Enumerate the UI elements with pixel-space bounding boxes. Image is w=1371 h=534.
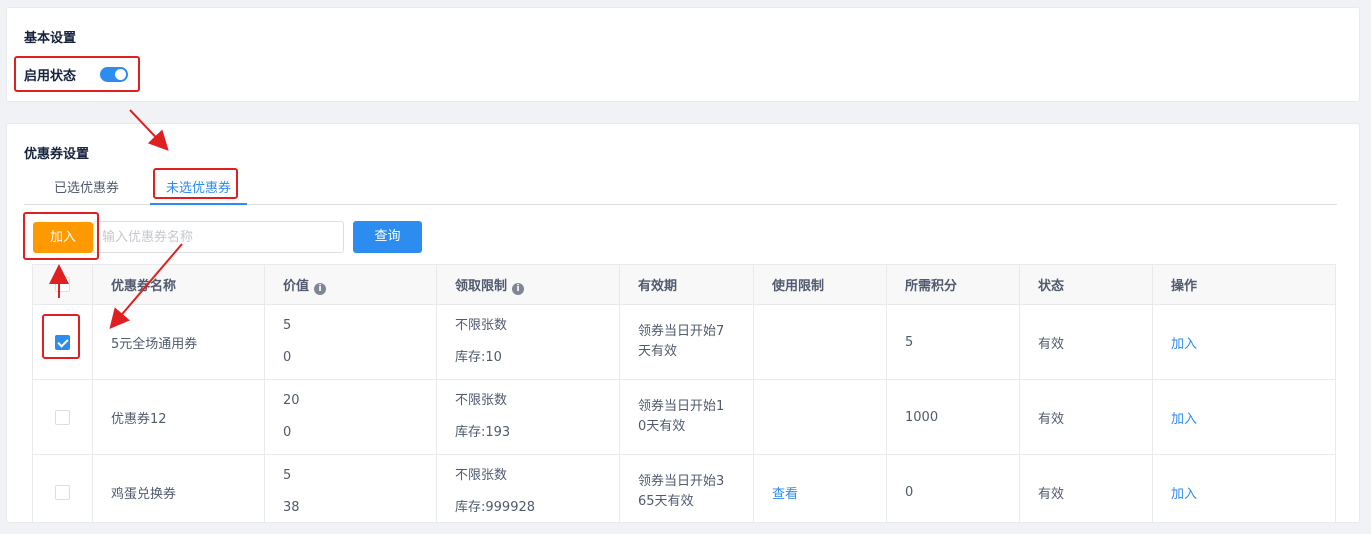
basic-settings-card: 基本设置 启用状态 <box>6 7 1360 102</box>
column-header-action: 操作 <box>1152 264 1336 305</box>
select-all-checkbox[interactable] <box>55 277 70 292</box>
coupon-value: 50 <box>264 304 437 380</box>
coupon-name: 5元全场通用券 <box>92 304 265 380</box>
coupon-status: 有效 <box>1019 304 1153 380</box>
coupon-name: 鸡蛋兑换券 <box>92 454 265 522</box>
coupon-usage <box>753 379 887 455</box>
coupon-limit: 不限张数 库存:10 <box>436 304 620 380</box>
table-row: 优惠券12 20 0 不限张数 库存:193 领券当日开始1 0天有效 1000 有效… <box>32 379 1336 455</box>
coupon-limit: 不限张数 库存:999928 <box>436 454 620 522</box>
coupon-validity: 领券当日开始3 65天有效 <box>619 454 754 522</box>
row-checkbox[interactable] <box>55 409 70 425</box>
table-row: 鸡蛋兑换券 5 38 不限张数 库存:999928 领券当日开始3 65天有效 查看 … <box>32 454 1336 522</box>
coupon-validity: 领券当日开始7 天有效 <box>619 304 754 380</box>
column-header-value: 价值 i <box>264 264 437 305</box>
tab-selected-coupons[interactable]: 已选优惠券 <box>38 179 135 205</box>
basic-settings-title: 基本设置 <box>24 31 77 46</box>
coupon-name: 优惠券12 <box>92 379 265 455</box>
column-header-points: 所需积分 <box>886 264 1020 305</box>
coupon-points: 5 <box>886 304 1020 380</box>
row-add-link[interactable]: 加入 <box>1171 487 1197 502</box>
column-header-validity: 有效期 <box>619 264 754 305</box>
coupon-points: 0 <box>886 454 1020 522</box>
coupon-usage <box>753 304 887 380</box>
coupon-points: 1000 <box>886 379 1020 455</box>
column-header-limit: 领取限制 i <box>436 264 620 305</box>
row-add-link[interactable]: 加入 <box>1171 412 1197 427</box>
column-header-name: 优惠券名称 <box>92 264 265 305</box>
column-header-usage: 使用限制 <box>753 264 887 305</box>
header-checkbox-cell <box>32 264 93 305</box>
table-row: 5元全场通用券 50 不限张数 库存:10 领券当日开始7 天有效 5 有效 加入 <box>32 304 1336 380</box>
row-checkbox[interactable] <box>55 334 70 350</box>
tab-unselected-coupons[interactable]: 未选优惠券 <box>150 179 248 205</box>
view-usage-link[interactable]: 查看 <box>772 487 798 502</box>
info-icon[interactable]: i <box>512 282 525 295</box>
enable-status-switch[interactable] <box>100 67 129 82</box>
switch-knob <box>115 69 127 80</box>
table-header-row: 优惠券名称 价值 i 领取限制 i 有效期 使用限制 所需积分 状态 操作 <box>32 264 1336 305</box>
coupon-limit: 不限张数 库存:193 <box>436 379 620 455</box>
row-checkbox[interactable] <box>55 484 70 500</box>
coupon-value: 5 38 <box>264 454 437 522</box>
column-header-status: 状态 <box>1019 264 1153 305</box>
add-button[interactable]: 加入 <box>33 222 93 253</box>
info-icon[interactable]: i <box>314 282 327 295</box>
enable-status-row: 启用状态 <box>24 65 129 84</box>
coupon-value: 20 0 <box>264 379 437 455</box>
coupon-status: 有效 <box>1019 454 1153 522</box>
coupon-table: 优惠券名称 价值 i 领取限制 i 有效期 使用限制 所需积分 状态 操作 5元全场… <box>32 264 1336 522</box>
coupon-validity: 领券当日开始1 0天有效 <box>619 379 754 455</box>
coupon-tabs: 已选优惠券 未选优惠券 <box>24 175 1337 205</box>
coupon-settings-card: 优惠券设置 已选优惠券 未选优惠券 加入 查询 优惠券名称 价值i 领取限制i … <box>6 123 1360 523</box>
coupon-status: 有效 <box>1019 379 1153 455</box>
enable-status-label: 启用状态 <box>24 69 77 84</box>
query-button[interactable]: 查询 <box>353 221 422 253</box>
row-add-link[interactable]: 加入 <box>1171 337 1197 352</box>
coupon-name-search-input[interactable] <box>93 221 344 253</box>
coupon-settings-title: 优惠券设置 <box>24 147 90 162</box>
